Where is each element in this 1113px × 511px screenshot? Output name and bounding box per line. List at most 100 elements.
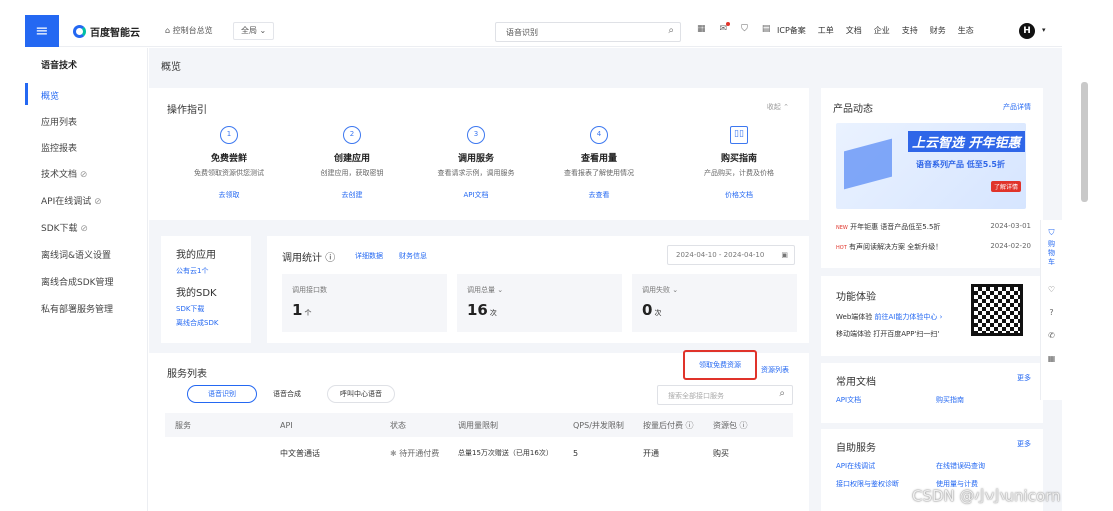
col-header-postpay: 按量后付费 ⓘ	[633, 413, 703, 437]
ai-experience-center-link[interactable]: 前往AI能力体验中心	[875, 313, 938, 321]
news-title: 产品动态	[833, 104, 873, 115]
selfservice-more-link[interactable]: 更多	[1017, 439, 1031, 449]
resource-list-link[interactable]: 资源列表	[761, 365, 789, 375]
promo-banner[interactable]: 上云智选 开年钜惠 语音系列产品 低至5.5折 了解详情	[836, 123, 1026, 209]
step-link-claim[interactable]: 去领取	[169, 190, 289, 200]
col-header-service: 服务	[165, 413, 270, 437]
stat-box-interfaces: 调用接口数 1个	[282, 274, 447, 332]
enable-postpay-link[interactable]: 开通	[633, 437, 703, 469]
news-item[interactable]: HOT 有声阅读解决方案 全新升级！ 2024-02-20	[836, 242, 1031, 252]
collapse-guide-button[interactable]: 收起 ⌃	[767, 102, 789, 112]
topbar-link-support[interactable]: 支持	[902, 25, 918, 36]
topbar-link-finance[interactable]: 财务	[930, 25, 946, 36]
sidebar-item-sdk-download[interactable]: SDK下载 ⊘	[41, 221, 88, 234]
topbar-link-ecosystem[interactable]: 生态	[958, 25, 974, 36]
news-badge: NEW	[836, 225, 848, 231]
sidebar-item-api-debug[interactable]: API在线调试 ⊘	[41, 194, 102, 207]
service-search-placeholder: 搜索全部接口服务	[668, 392, 724, 400]
sidebar-item-private-deploy[interactable]: 私有部署服务管理	[41, 302, 113, 315]
sidebar-item-monitoring[interactable]: 监控报表	[41, 141, 77, 154]
col-header-limit: 调用量限制	[448, 413, 563, 437]
claim-free-resources-button[interactable]: 领取免费资源	[683, 350, 757, 380]
sidebar-item-app-list[interactable]: 应用列表	[41, 115, 77, 128]
hamburger-menu-icon[interactable]: ≡	[25, 15, 59, 47]
guide-step-2: 2 创建应用 创建应用，获取密钥 去创建	[292, 126, 412, 200]
topbar-link-docs[interactable]: 文档	[846, 25, 862, 36]
step-link-create[interactable]: 去创建	[292, 190, 412, 200]
step-title: 购买指南	[720, 154, 757, 164]
main-content: 概览 操作指引 收起 ⌃ 1 免费尝鲜 免费领取资源供您测试 去领取 2 创建应…	[149, 48, 1062, 511]
bill-icon[interactable]: ▤	[762, 24, 771, 34]
tab-speech-synthesis[interactable]: 语音合成	[273, 389, 301, 399]
cart-icon[interactable]: ⛉	[741, 24, 748, 34]
apps-grid-icon[interactable]: ▦	[1041, 354, 1062, 363]
sdk-download-link[interactable]: SDK下载	[176, 304, 204, 314]
sidebar-item-offline-tts-sdk[interactable]: 离线合成SDK管理	[41, 275, 114, 288]
help-icon[interactable]: ⓘ	[686, 421, 694, 430]
topbar-link-ticket[interactable]: 工单	[818, 25, 834, 36]
brand-logo[interactable]: 百度智能云	[73, 24, 140, 39]
service-table: 服务 API 状态 调用量限制 QPS/并发限制 按量后付费 ⓘ 资源包 ⓘ 中…	[165, 413, 793, 469]
doc-link-purchase-guide[interactable]: 购买指南	[936, 395, 964, 405]
console-home-link[interactable]: ⌂ 控制台总览	[165, 25, 213, 36]
topbar-link-enterprise[interactable]: 企业	[874, 25, 890, 36]
offline-tts-sdk-link[interactable]: 离线合成SDK	[176, 318, 218, 328]
step-desc: 免费领取资源供您测试	[194, 169, 264, 177]
step-link-price-doc[interactable]: 价格文档	[679, 190, 799, 200]
grid-icon[interactable]: ▦	[697, 24, 706, 34]
stat-unit: 个	[304, 309, 312, 317]
banner-headline: 上云智选 开年钜惠	[908, 131, 1025, 152]
detail-data-link[interactable]: 详细数据	[355, 251, 383, 261]
step-title: 免费尝鲜	[210, 154, 247, 164]
step-link-api-doc[interactable]: API文档	[416, 190, 536, 200]
cart-label[interactable]: 购物车	[1048, 240, 1056, 267]
help-icon[interactable]: ⓘ	[325, 253, 335, 264]
topbar-link-icp[interactable]: ICP备案	[777, 25, 806, 36]
banner-detail-button[interactable]: 了解详情	[991, 181, 1022, 192]
cart-icon[interactable]: ⛉	[1041, 228, 1062, 238]
qr-code-image	[971, 284, 1023, 336]
page-scrollbar[interactable]	[1081, 82, 1088, 202]
product-details-link[interactable]: 产品详情	[1003, 102, 1031, 112]
call-stats-card: 调用统计 ⓘ 详细数据 财务信息 2024-04-10 - 2024-04-10…	[267, 236, 809, 343]
calendar-icon: ▣	[781, 251, 788, 259]
page-title: 概览	[161, 62, 181, 73]
service-search-input[interactable]: 搜索全部接口服务 ⌕	[657, 385, 793, 405]
public-cloud-apps-link[interactable]: 公有云1个	[176, 266, 208, 276]
top-navigation-bar: ≡ 百度智能云 ⌂ 控制台总览 全局 ⌄ 语音识别 ⌕ ▦ ✉ ⛉ ▤ ICP备…	[25, 15, 1062, 47]
step-link-view-usage[interactable]: 去查看	[539, 190, 659, 200]
book-icon: ▯▯	[730, 126, 748, 144]
message-icon[interactable]: ✉	[720, 22, 731, 34]
region-select[interactable]: 全局 ⌄	[233, 22, 275, 40]
finance-info-link[interactable]: 财务信息	[399, 251, 427, 261]
search-icon[interactable]: ⌕	[668, 25, 674, 36]
tab-speech-recognition[interactable]: 语音识别	[187, 385, 257, 403]
search-icon[interactable]: ⌕	[779, 388, 785, 399]
product-news-card: 产品动态 产品详情 上云智选 开年钜惠 语音系列产品 低至5.5折 了解详情 N…	[821, 88, 1043, 268]
doc-link-api[interactable]: API文档	[836, 395, 861, 405]
help-icon[interactable]: ⓘ	[740, 421, 748, 430]
stat-number: 1	[292, 301, 303, 319]
stats-title-text: 调用统计	[282, 253, 322, 264]
global-search-input[interactable]: 语音识别 ⌕	[495, 22, 681, 42]
step-desc: 产品购买，计费及价格	[704, 169, 774, 177]
help-circle-icon[interactable]: ?	[1041, 308, 1062, 317]
date-range-picker[interactable]: 2024-04-10 - 2024-04-10 ▣	[667, 245, 795, 265]
docs-more-link[interactable]: 更多	[1017, 373, 1031, 383]
caret-down-icon[interactable]: ▾	[1042, 26, 1046, 34]
news-badge: HOT	[836, 245, 847, 251]
user-avatar[interactable]: H	[1019, 23, 1035, 39]
sidebar-item-offline-words[interactable]: 离线词&语义设置	[41, 248, 111, 261]
news-item[interactable]: NEW 开年钜惠 语音产品低至5.5折 2024-03-01	[836, 222, 1031, 232]
heart-icon[interactable]: ♡	[1041, 285, 1062, 294]
phone-icon[interactable]: ✆	[1041, 331, 1062, 340]
stat-label: 调用总量 ⌄	[467, 286, 504, 294]
web-trial-label: Web端体验	[836, 313, 873, 321]
selfservice-link-auth-diagnosis[interactable]: 接口权限与鉴权诊断	[836, 479, 899, 489]
tab-call-center[interactable]: 呼叫中心语音	[327, 385, 395, 403]
selfservice-link-api-debug[interactable]: API在线调试	[836, 461, 875, 471]
selfservice-link-error-code[interactable]: 在线错误码查询	[936, 461, 985, 471]
sidebar-item-tech-docs[interactable]: 技术文档 ⊘	[41, 167, 87, 180]
sidebar-item-overview[interactable]: 概览	[41, 89, 59, 102]
buy-pack-link[interactable]: 购买	[703, 437, 793, 469]
